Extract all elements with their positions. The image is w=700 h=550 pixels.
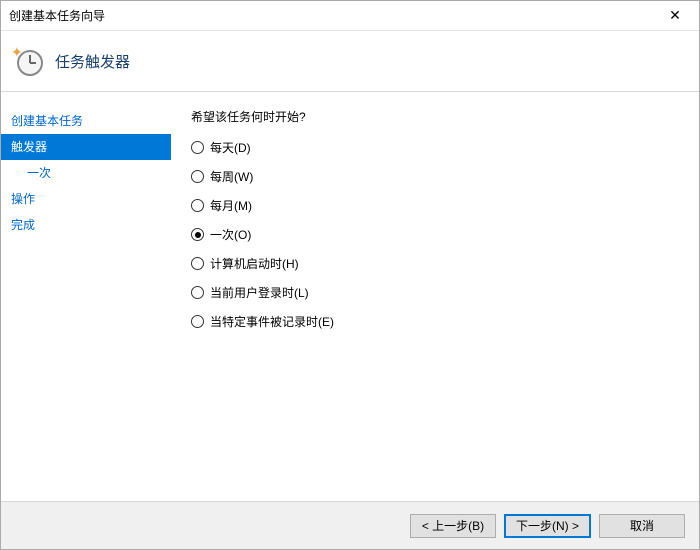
trigger-prompt: 希望该任务何时开始?: [191, 108, 689, 125]
trigger-option-label: 一次(O): [210, 226, 251, 243]
clock-icon: ✦: [13, 46, 43, 76]
close-button[interactable]: ✕: [655, 2, 695, 30]
back-button[interactable]: < 上一步(B): [410, 514, 496, 538]
wizard-step[interactable]: 创建基本任务: [1, 108, 171, 134]
trigger-option[interactable]: 每周(W): [191, 168, 689, 185]
radio-icon: [191, 257, 204, 270]
trigger-option[interactable]: 计算机启动时(H): [191, 255, 689, 272]
cancel-button[interactable]: 取消: [599, 514, 685, 538]
next-button[interactable]: 下一步(N) >: [504, 514, 591, 538]
wizard-step[interactable]: 触发器: [1, 134, 171, 160]
radio-icon: [191, 170, 204, 183]
radio-icon: [191, 286, 204, 299]
trigger-option[interactable]: 当前用户登录时(L): [191, 284, 689, 301]
wizard-header: ✦ 任务触发器: [1, 31, 699, 91]
wizard-steps: 创建基本任务触发器一次操作完成: [1, 92, 171, 503]
trigger-option-label: 当特定事件被记录时(E): [210, 313, 334, 330]
trigger-option[interactable]: 一次(O): [191, 226, 689, 243]
trigger-option-label: 当前用户登录时(L): [210, 284, 309, 301]
wizard-body: 创建基本任务触发器一次操作完成 希望该任务何时开始? 每天(D) 每周(W) 每月(…: [1, 92, 699, 503]
trigger-options: 每天(D) 每周(W) 每月(M) 一次(O) 计算机启动时(H) 当前用户登录时(L) 当…: [191, 139, 689, 330]
wizard-step[interactable]: 完成: [1, 212, 171, 238]
wizard-footer: < 上一步(B) 下一步(N) > 取消: [1, 501, 699, 549]
radio-icon: [191, 315, 204, 328]
wizard-step[interactable]: 操作: [1, 186, 171, 212]
radio-icon: [191, 228, 204, 241]
close-icon: ✕: [669, 7, 681, 24]
trigger-option-label: 每周(W): [210, 168, 253, 185]
wizard-main: 希望该任务何时开始? 每天(D) 每周(W) 每月(M) 一次(O) 计算机启动时(H)…: [171, 92, 699, 503]
trigger-option-label: 计算机启动时(H): [210, 255, 299, 272]
trigger-option[interactable]: 每月(M): [191, 197, 689, 214]
radio-icon: [191, 199, 204, 212]
titlebar: 创建基本任务向导 ✕: [1, 1, 699, 31]
trigger-option[interactable]: 每天(D): [191, 139, 689, 156]
trigger-option-label: 每天(D): [210, 139, 251, 156]
window-title: 创建基本任务向导: [9, 7, 105, 24]
trigger-option[interactable]: 当特定事件被记录时(E): [191, 313, 689, 330]
radio-icon: [191, 141, 204, 154]
wizard-step[interactable]: 一次: [1, 160, 171, 186]
page-title: 任务触发器: [55, 51, 130, 72]
trigger-option-label: 每月(M): [210, 197, 252, 214]
